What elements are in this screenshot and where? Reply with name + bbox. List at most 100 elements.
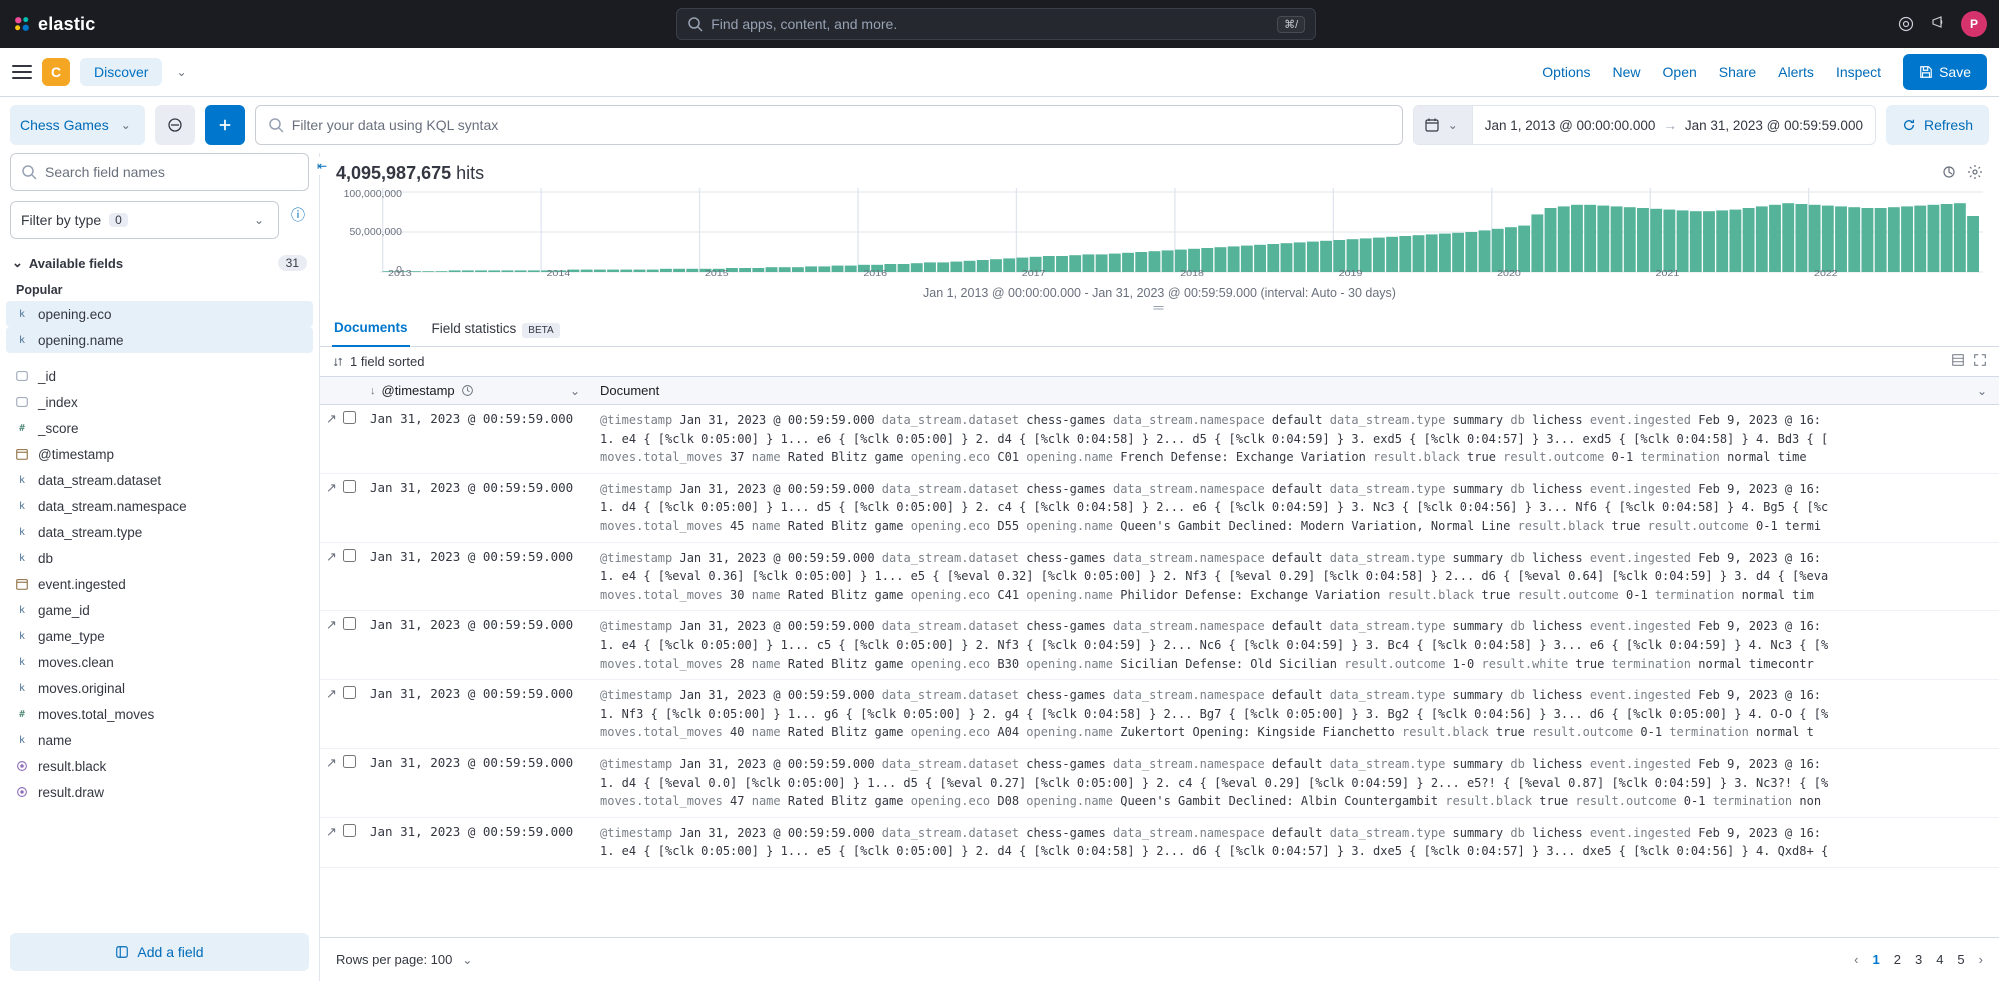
svg-text:2014: 2014: [546, 268, 570, 276]
expand-icon[interactable]: ↗: [326, 824, 337, 840]
chevron-down-icon: ⌄: [117, 118, 135, 132]
page-1[interactable]: 1: [1872, 952, 1879, 967]
page-prev[interactable]: ‹: [1854, 952, 1858, 967]
open-link[interactable]: Open: [1663, 64, 1697, 80]
field-item[interactable]: result.black: [6, 753, 313, 779]
news-icon[interactable]: [1929, 15, 1947, 33]
col-document[interactable]: Document ⌄: [592, 377, 1999, 404]
col-timestamp[interactable]: ↓ @timestamp ⌄: [362, 377, 592, 404]
row-checkbox[interactable]: [343, 755, 356, 768]
breadcrumb-discover[interactable]: Discover: [80, 58, 162, 86]
expand-icon[interactable]: ↗: [326, 617, 337, 633]
nav-toggle[interactable]: [12, 62, 32, 82]
svg-text:2015: 2015: [705, 268, 729, 276]
date-quick-select[interactable]: ⌄: [1414, 106, 1473, 144]
available-fields-toggle[interactable]: ⌄Available fields 31: [10, 251, 309, 275]
elastic-icon: [12, 14, 32, 34]
histogram-chart[interactable]: 100,000,000 50,000,000 0 201320142015201…: [320, 188, 1999, 282]
field-item[interactable]: result.draw: [6, 779, 313, 805]
tab-documents[interactable]: Documents: [332, 310, 410, 347]
row-timestamp: Jan 31, 2023 @ 00:59:59.000: [362, 749, 592, 817]
field-search-input[interactable]: Search field names: [10, 153, 309, 191]
expand-icon[interactable]: ↗: [326, 755, 337, 771]
date-range-display[interactable]: Jan 1, 2013 @ 00:00:00.000 → Jan 31, 202…: [1473, 118, 1875, 133]
add-filter-button[interactable]: [205, 105, 245, 145]
filter-toggle-button[interactable]: [155, 105, 195, 145]
page-4[interactable]: 4: [1936, 952, 1943, 967]
tab-field-statistics[interactable]: Field statisticsBETA: [430, 311, 562, 346]
refresh-icon: [1902, 118, 1916, 132]
page-2[interactable]: 2: [1894, 952, 1901, 967]
field-item[interactable]: kdata_stream.namespace: [6, 493, 313, 519]
expand-icon[interactable]: ↗: [326, 549, 337, 565]
page-5[interactable]: 5: [1957, 952, 1964, 967]
expand-icon[interactable]: ↗: [326, 480, 337, 496]
options-link[interactable]: Options: [1542, 64, 1590, 80]
field-item[interactable]: kopening.name: [6, 327, 313, 353]
save-button[interactable]: Save: [1903, 54, 1987, 90]
app-bar: C Discover ⌄ Options New Open Share Aler…: [0, 48, 1999, 97]
dataview-selector[interactable]: Chess Games ⌄: [10, 105, 145, 145]
expand-icon[interactable]: ↗: [326, 411, 337, 427]
row-checkbox[interactable]: [343, 480, 356, 493]
expand-icon[interactable]: ↗: [326, 686, 337, 702]
add-field-button[interactable]: Add a field: [10, 933, 309, 971]
rows-per-page[interactable]: Rows per page: 100 ⌄: [336, 952, 476, 967]
save-icon: [1919, 65, 1933, 79]
global-search-placeholder: Find apps, content, and more.: [711, 16, 1269, 32]
field-item[interactable]: kmoves.original: [6, 675, 313, 701]
page-3[interactable]: 3: [1915, 952, 1922, 967]
field-item[interactable]: kgame_type: [6, 623, 313, 649]
table-row: ↗ Jan 31, 2023 @ 00:59:59.000 @timestamp…: [320, 611, 1999, 680]
field-item[interactable]: _id: [6, 363, 313, 389]
row-document: @timestamp Jan 31, 2023 @ 00:59:59.000 d…: [592, 680, 1999, 748]
user-avatar[interactable]: P: [1961, 11, 1987, 37]
page-next[interactable]: ›: [1979, 952, 1983, 967]
sort-indicator[interactable]: 1 field sorted: [332, 354, 424, 369]
field-item[interactable]: kgame_id: [6, 597, 313, 623]
chart-edit-icon[interactable]: [1941, 164, 1957, 183]
svg-text:2016: 2016: [863, 268, 887, 276]
field-item[interactable]: kname: [6, 727, 313, 753]
row-checkbox[interactable]: [343, 617, 356, 630]
clock-icon: [461, 384, 474, 397]
field-item[interactable]: kdata_stream.dataset: [6, 467, 313, 493]
table-row: ↗ Jan 31, 2023 @ 00:59:59.000 @timestamp…: [320, 818, 1999, 868]
field-item[interactable]: kdata_stream.type: [6, 519, 313, 545]
row-timestamp: Jan 31, 2023 @ 00:59:59.000: [362, 818, 592, 867]
help-icon[interactable]: [1897, 15, 1915, 33]
refresh-button[interactable]: Refresh: [1886, 105, 1989, 145]
field-item[interactable]: _index: [6, 389, 313, 415]
share-link[interactable]: Share: [1719, 64, 1756, 80]
space-badge[interactable]: C: [42, 58, 70, 86]
chevron-down-icon[interactable]: ⌄: [172, 65, 190, 79]
kql-input[interactable]: Filter your data using KQL syntax: [255, 105, 1403, 145]
filter-by-type[interactable]: Filter by type0 ⌄: [10, 201, 279, 239]
row-checkbox[interactable]: [343, 686, 356, 699]
alerts-link[interactable]: Alerts: [1778, 64, 1814, 80]
sidebar-collapse-icon[interactable]: ⇤: [315, 157, 329, 175]
filter-icon: [167, 117, 183, 133]
elastic-logo[interactable]: elastic: [12, 14, 95, 35]
density-icon[interactable]: [1951, 353, 1965, 370]
field-item[interactable]: kmoves.clean: [6, 649, 313, 675]
field-item[interactable]: kopening.eco: [6, 301, 313, 327]
new-link[interactable]: New: [1613, 64, 1641, 80]
field-item[interactable]: event.ingested: [6, 571, 313, 597]
field-item[interactable]: kdb: [6, 545, 313, 571]
chevron-down-icon[interactable]: ⌄: [1973, 384, 1991, 398]
row-checkbox[interactable]: [343, 411, 356, 424]
fullscreen-icon[interactable]: [1973, 353, 1987, 370]
field-item[interactable]: #moves.total_moves: [6, 701, 313, 727]
chevron-down-icon[interactable]: ⌄: [566, 384, 584, 398]
row-timestamp: Jan 31, 2023 @ 00:59:59.000: [362, 680, 592, 748]
field-info-icon[interactable]: ⓘ: [287, 205, 309, 225]
chevron-down-icon: ⌄: [458, 953, 476, 967]
inspect-link[interactable]: Inspect: [1836, 64, 1881, 80]
field-item[interactable]: @timestamp: [6, 441, 313, 467]
global-search[interactable]: Find apps, content, and more. ⌘/: [676, 8, 1316, 40]
row-checkbox[interactable]: [343, 824, 356, 837]
chart-settings-icon[interactable]: [1967, 164, 1983, 183]
row-checkbox[interactable]: [343, 549, 356, 562]
field-item[interactable]: #_score: [6, 415, 313, 441]
